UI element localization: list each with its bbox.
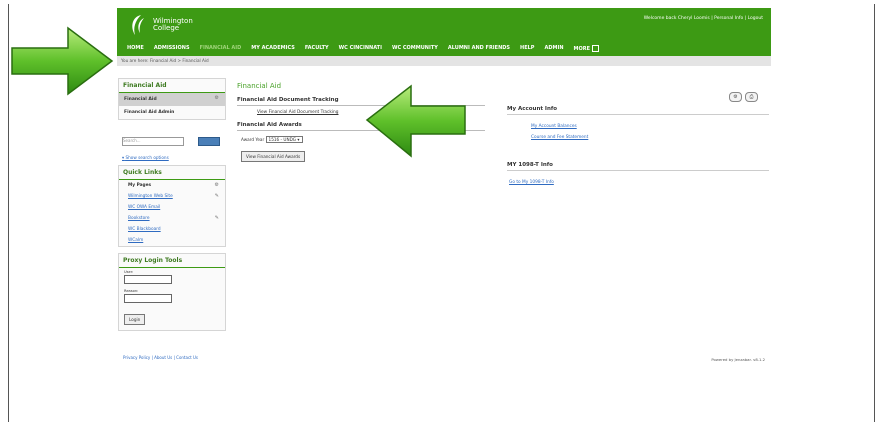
left-arrow-icon	[11, 26, 114, 96]
nav-more-label[interactable]: MORE	[574, 46, 591, 52]
quick-link-label: My Pages	[128, 183, 152, 188]
nav-wc-community[interactable]: WC COMMUNITY	[392, 45, 438, 52]
nav-help[interactable]: HELP	[520, 45, 534, 52]
financial-aid-panel-title: Financial Aid	[119, 79, 225, 93]
breadcrumb: You are here: Financial Aid > Financial …	[117, 56, 771, 66]
settings-icon[interactable]: ⚙	[215, 182, 219, 188]
edit-icon[interactable]: ✎	[215, 193, 219, 199]
triangle-right-icon: ▾	[122, 155, 125, 160]
settings-icon[interactable]: ⚙	[215, 95, 219, 101]
nav-financial-aid[interactable]: FINANCIAL AID	[200, 45, 242, 52]
print-icon[interactable]: ⎙	[745, 92, 758, 102]
footer-links[interactable]: Privacy Policy | About Us | Contact Us	[123, 355, 198, 360]
quick-link-wc-owa-email[interactable]: WC OWA Email	[119, 202, 225, 213]
login-button[interactable]: Login	[124, 314, 146, 325]
award-year-label: Award Year	[241, 137, 265, 142]
search-input[interactable]: Search...	[122, 137, 184, 146]
nav-alumni-and-friends[interactable]: ALUMNI AND FRIENDS	[448, 45, 510, 52]
proxy-login-panel: Proxy Login Tools User: Reason: Login	[118, 253, 226, 331]
sidebar-item-label: Financial Aid	[124, 97, 157, 102]
settings-icon[interactable]: ⚙	[729, 92, 742, 102]
reason-field[interactable]	[124, 294, 172, 303]
portal-page: Wilmington College Welcome back Cheryl L…	[117, 8, 771, 388]
search-area: Search... ▾ Show search options	[118, 126, 226, 165]
edit-icon[interactable]: ✎	[215, 215, 219, 221]
view-awards-button[interactable]: View Financial Aid Awards	[241, 151, 306, 162]
user-field[interactable]	[124, 275, 172, 284]
quick-links-panel: Quick Links My Pages ⚙ Wilmington Web Sit…	[118, 165, 226, 247]
user-label: User:	[124, 270, 134, 274]
quick-link-wcalm[interactable]: WCalm	[119, 235, 225, 246]
account-balances-link[interactable]: My Account Balances	[531, 124, 769, 129]
quick-link-label: Bookstore	[128, 216, 150, 221]
sidebar-item-financial-aid[interactable]: Financial Aid ⚙	[119, 93, 225, 106]
quick-link-label: Wilmington Web Site	[128, 194, 173, 199]
nav-my-academics[interactable]: MY ACADEMICS	[251, 45, 295, 52]
chevron-down-icon[interactable]	[592, 45, 600, 52]
powered-by: Powered by Jenzabar. v8.1.2	[711, 357, 765, 362]
brand-name: Wilmington College	[153, 18, 193, 32]
chevron-down-icon: ▾	[297, 137, 300, 142]
right-column: My Account Info My Account Balances Cour…	[507, 106, 769, 185]
quick-links-title: Quick Links	[119, 166, 225, 180]
award-year-select[interactable]: 1516 - UNDG ▾	[265, 136, 303, 143]
welcome-text[interactable]: Welcome back Cheryl Loomis | Personal In…	[644, 16, 763, 21]
financial-aid-panel: Financial Aid Financial Aid ⚙ Financial …	[118, 78, 226, 120]
proxy-login-title: Proxy Login Tools	[119, 254, 225, 268]
account-info-heading: My Account Info	[507, 106, 769, 115]
tax-info-heading: MY 1098-T Info	[507, 162, 769, 171]
quick-link-my-pages[interactable]: My Pages ⚙	[119, 180, 225, 191]
wilmington-logo-icon[interactable]	[127, 13, 147, 39]
right-pointing-arrow-icon	[365, 84, 466, 158]
show-search-options-label: Show search options	[125, 155, 169, 160]
sidebar-item-financial-aid-admin[interactable]: Financial Aid Admin	[119, 106, 225, 119]
quick-link-bookstore[interactable]: Bookstore ✎	[119, 213, 225, 224]
quick-link-wc-blackboard[interactable]: WC Blackboard	[119, 224, 225, 235]
course-fee-statement-link[interactable]: Course and Fee Statement	[531, 135, 769, 140]
page-title: Financial Aid	[237, 82, 282, 90]
search-button[interactable]	[198, 137, 220, 146]
quick-link-wilmington-web-site[interactable]: Wilmington Web Site ✎	[119, 191, 225, 202]
nav-faculty[interactable]: FACULTY	[305, 45, 329, 52]
show-search-options-link[interactable]: ▾ Show search options	[122, 155, 222, 160]
header-bar: Wilmington College Welcome back Cheryl L…	[117, 8, 771, 56]
brand-line2: College	[153, 24, 180, 32]
nav-admissions[interactable]: ADMISSIONS	[154, 45, 190, 52]
nav-home[interactable]: HOME	[127, 45, 144, 52]
tax-info-link[interactable]: Go to My 1098-T Info	[509, 180, 769, 185]
reason-label: Reason:	[124, 289, 139, 293]
main-nav: HOME ADMISSIONS FINANCIAL AID MY ACADEMI…	[127, 45, 600, 52]
nav-wc-cincinnati[interactable]: WC CINCINNATI	[339, 45, 382, 52]
nav-more[interactable]: MORE	[574, 45, 600, 52]
sidebar: Financial Aid Financial Aid ⚙ Financial …	[118, 78, 226, 337]
award-year-value: 1516 - UNDG	[268, 137, 297, 142]
nav-admin[interactable]: ADMIN	[544, 45, 563, 52]
